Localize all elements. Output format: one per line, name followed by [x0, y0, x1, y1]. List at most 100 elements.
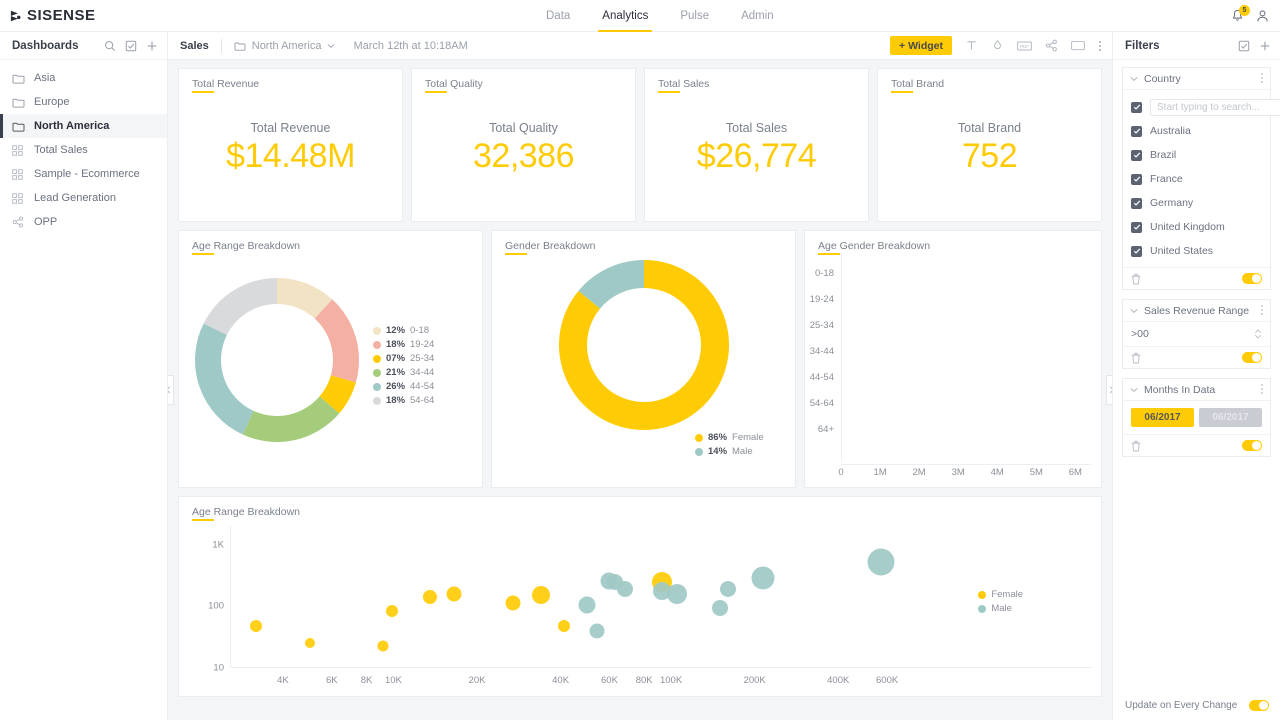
sidebar-item-total-sales[interactable]: Total Sales: [0, 138, 167, 162]
chevron-down-icon[interactable]: [1130, 76, 1138, 82]
scatter-bubble[interactable]: [867, 549, 894, 576]
bar-row[interactable]: 44-54: [805, 364, 1091, 390]
bar-row[interactable]: 54-64: [805, 390, 1091, 416]
filter-option-united-states[interactable]: United States: [1123, 239, 1270, 263]
share-icon[interactable]: [1045, 39, 1058, 52]
stepper-icon[interactable]: [1254, 328, 1262, 340]
text-icon[interactable]: [965, 39, 978, 52]
filter-card-header[interactable]: Country: [1123, 68, 1270, 90]
more-icon[interactable]: [1260, 304, 1264, 317]
legend-item[interactable]: Male: [978, 602, 1023, 616]
image-icon[interactable]: [991, 39, 1004, 52]
date-from-button[interactable]: 06/2017: [1131, 408, 1194, 427]
scatter-bubble[interactable]: [250, 620, 262, 632]
filter-value-row[interactable]: >00: [1123, 322, 1270, 346]
nav-item-analytics[interactable]: Analytics: [586, 0, 664, 32]
app-logo[interactable]: SISENSE: [0, 7, 168, 24]
legend-item[interactable]: 12%0-18: [373, 324, 434, 338]
scatter-bubble[interactable]: [378, 640, 389, 651]
donut-slice[interactable]: [195, 323, 254, 434]
filter-option-united-kingdom[interactable]: United Kingdom: [1123, 215, 1270, 239]
filter-card-header[interactable]: Sales Revenue Range: [1123, 300, 1270, 322]
donut-slice[interactable]: [315, 299, 359, 382]
update-on-change-toggle[interactable]: [1249, 700, 1269, 711]
age-gender-bar-chart[interactable]: 0-1819-2425-3434-4444-5454-6464+ 01M2M3M…: [805, 252, 1101, 487]
add-icon[interactable]: [1259, 40, 1271, 52]
sidebar-item-sample-ecommerce[interactable]: Sample - Ecommerce: [0, 162, 167, 186]
add-widget-button[interactable]: + Widget: [890, 36, 952, 55]
gender-donut-chart[interactable]: 86%Female14%Male: [492, 252, 795, 487]
more-icon[interactable]: [1260, 383, 1264, 396]
legend-item[interactable]: 86%Female: [695, 431, 764, 445]
sidebar-item-asia[interactable]: Asia: [0, 66, 167, 90]
collapse-right-handle[interactable]: [1106, 375, 1112, 405]
widget-age-range-donut[interactable]: Age Range Breakdown 12%0-1818%19-2407%25…: [178, 230, 483, 488]
checkbox[interactable]: [1131, 198, 1142, 209]
filter-enabled-toggle[interactable]: [1242, 440, 1262, 451]
search-icon[interactable]: [104, 40, 116, 52]
more-icon[interactable]: [1098, 39, 1102, 53]
filter-option-germany[interactable]: Germany: [1123, 191, 1270, 215]
age-range-donut-chart[interactable]: 12%0-1818%19-2407%25-3421%34-4426%44-541…: [179, 252, 482, 487]
scatter-bubble[interactable]: [712, 600, 728, 616]
select-icon[interactable]: [125, 40, 137, 52]
select-all-checkbox[interactable]: [1131, 102, 1142, 113]
nav-item-pulse[interactable]: Pulse: [664, 0, 725, 32]
scatter-bubble[interactable]: [305, 638, 315, 648]
widget-age-gender-bars[interactable]: Age Gender Breakdown 0-1819-2425-3434-44…: [804, 230, 1102, 488]
sidebar-item-opp[interactable]: OPP: [0, 210, 167, 234]
present-icon[interactable]: [1071, 40, 1085, 52]
legend-item[interactable]: 21%34-44: [373, 366, 434, 380]
checkbox[interactable]: [1131, 126, 1142, 137]
legend-item[interactable]: 07%25-34: [373, 352, 434, 366]
sidebar-item-lead-generation[interactable]: Lead Generation: [0, 186, 167, 210]
widget-gender-donut[interactable]: Gender Breakdown 86%Female14%Male: [491, 230, 796, 488]
kpi-widget-total-sales[interactable]: Total Sales Total Sales $26,774: [644, 68, 869, 222]
select-icon[interactable]: [1238, 40, 1250, 52]
sidebar-item-north-america[interactable]: North America: [0, 114, 167, 138]
chevron-down-icon[interactable]: [1130, 308, 1138, 314]
pdf-icon[interactable]: PDF: [1017, 40, 1032, 52]
kpi-widget-total-brand[interactable]: Total Brand Total Brand 752: [877, 68, 1102, 222]
bar-row[interactable]: 34-44: [805, 338, 1091, 364]
scatter-bubble[interactable]: [589, 623, 604, 638]
scatter-bubble[interactable]: [667, 584, 687, 604]
delete-filter-icon[interactable]: [1131, 273, 1141, 285]
collapse-left-handle[interactable]: [168, 375, 174, 405]
checkbox[interactable]: [1131, 246, 1142, 257]
filter-card-header[interactable]: Months In Data: [1123, 379, 1270, 401]
filter-enabled-toggle[interactable]: [1242, 352, 1262, 363]
filter-option-brazil[interactable]: Brazil: [1123, 143, 1270, 167]
scatter-bubble[interactable]: [446, 586, 461, 601]
legend-item[interactable]: 18%19-24: [373, 338, 434, 352]
filter-enabled-toggle[interactable]: [1242, 273, 1262, 284]
legend-item[interactable]: 14%Male: [695, 445, 764, 459]
legend-item[interactable]: Female: [978, 588, 1023, 602]
scatter-bubble[interactable]: [579, 596, 596, 613]
widget-age-range-scatter[interactable]: Age Range Breakdown 101001K4K6K8K10K20K4…: [178, 496, 1102, 697]
filter-search-input[interactable]: [1150, 99, 1280, 116]
add-icon[interactable]: [146, 40, 158, 52]
scatter-bubble[interactable]: [752, 566, 775, 589]
legend-item[interactable]: 26%44-54: [373, 380, 434, 394]
chevron-down-icon[interactable]: [1130, 387, 1138, 393]
scatter-bubble[interactable]: [720, 581, 736, 597]
bar-row[interactable]: 19-24: [805, 286, 1091, 312]
notifications-button[interactable]: 5: [1230, 8, 1245, 24]
more-icon[interactable]: [1260, 72, 1264, 85]
scatter-bubble[interactable]: [423, 590, 437, 604]
scatter-bubble[interactable]: [617, 581, 633, 597]
checkbox[interactable]: [1131, 222, 1142, 233]
filter-option-australia[interactable]: Australia: [1123, 119, 1270, 143]
checkbox[interactable]: [1131, 174, 1142, 185]
filter-option-france[interactable]: France: [1123, 167, 1270, 191]
dashboard-folder-selector[interactable]: North America: [234, 40, 336, 52]
bar-row[interactable]: 0-18: [805, 260, 1091, 286]
nav-item-data[interactable]: Data: [530, 0, 586, 32]
scatter-bubble[interactable]: [506, 595, 521, 610]
donut-slice[interactable]: [243, 396, 340, 442]
kpi-widget-total-quality[interactable]: Total Quality Total Quality 32,386: [411, 68, 636, 222]
bar-row[interactable]: 25-34: [805, 312, 1091, 338]
legend-item[interactable]: 18%54-64: [373, 394, 434, 408]
scatter-chart[interactable]: 101001K4K6K8K10K20K40K60K80K100K200K400K…: [179, 518, 1101, 696]
